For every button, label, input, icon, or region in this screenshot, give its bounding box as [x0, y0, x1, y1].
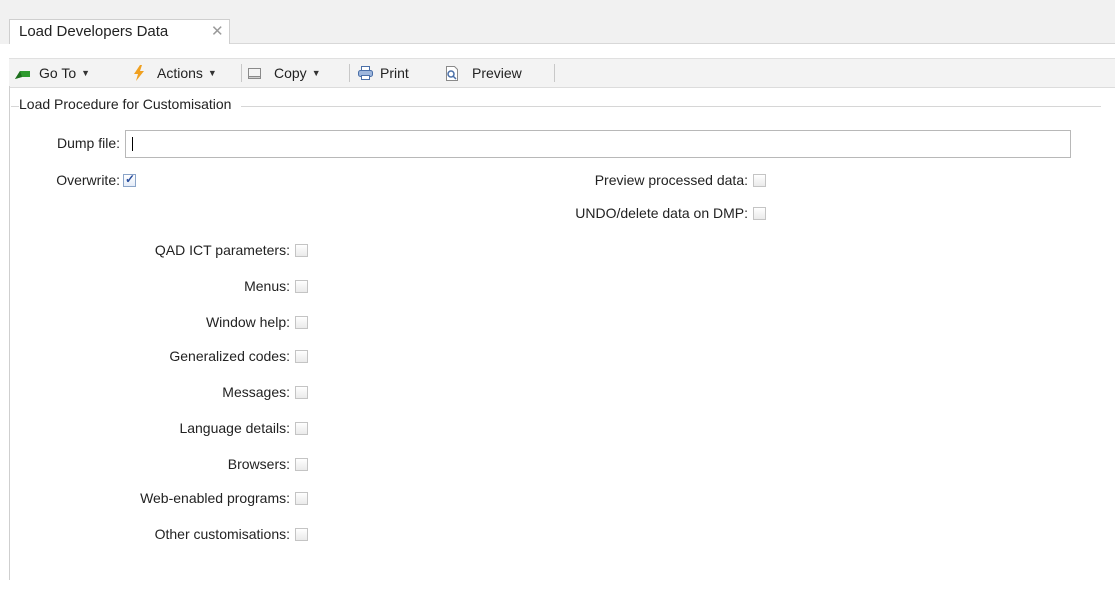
- print-label: Print: [380, 65, 409, 81]
- preview-processed-label: Preview processed data:: [594, 172, 748, 188]
- tab-divider: [230, 43, 1115, 44]
- dump-file-label: Dump file:: [56, 135, 120, 151]
- toolbar-separator: [349, 64, 350, 82]
- preview-button[interactable]: Preview: [444, 59, 522, 87]
- toolbar-separator: [241, 64, 242, 82]
- actions-bolt-icon: [133, 65, 145, 81]
- copy-button[interactable]: Copy ▼: [247, 59, 321, 87]
- checkmark-icon: ✓: [125, 172, 136, 186]
- undo-delete-checkbox[interactable]: [753, 207, 766, 220]
- option-label-menus: Menus:: [244, 278, 290, 294]
- option-label-window-help: Window help:: [205, 314, 290, 330]
- option-checkbox-generalized-codes[interactable]: [295, 350, 308, 363]
- toolbar-separator: [554, 64, 555, 82]
- option-checkbox-web-enabled-programs[interactable]: [295, 492, 308, 505]
- option-label-generalized-codes: Generalized codes:: [169, 348, 290, 364]
- chevron-down-icon: ▼: [311, 68, 321, 78]
- option-checkbox-messages[interactable]: [295, 386, 308, 399]
- undo-delete-label: UNDO/delete data on DMP:: [575, 205, 748, 221]
- goto-arrow-icon: [14, 67, 32, 79]
- copy-label: Copy: [274, 65, 307, 81]
- copy-icon: [247, 65, 263, 81]
- chevron-down-icon: ▼: [207, 68, 217, 78]
- option-label-web-enabled-programs: Web-enabled programs:: [140, 490, 290, 506]
- overwrite-checkbox[interactable]: ✓: [123, 172, 136, 187]
- close-icon[interactable]: ✕: [211, 22, 224, 40]
- option-label-other-customisations: Other customisations:: [154, 526, 290, 542]
- option-checkbox-menus[interactable]: [295, 280, 308, 293]
- print-button[interactable]: Print: [357, 59, 409, 87]
- tab-title: Load Developers Data: [19, 23, 169, 40]
- overwrite-label: Overwrite:: [56, 172, 120, 188]
- option-label-browsers: Browsers:: [227, 456, 290, 472]
- frame-border: [9, 86, 10, 580]
- option-label-qad-ict: QAD ICT parameters:: [154, 242, 290, 258]
- option-checkbox-language-details[interactable]: [295, 422, 308, 435]
- preview-icon: [444, 65, 460, 82]
- text-cursor: [132, 137, 133, 151]
- actions-label: Actions: [157, 65, 203, 81]
- print-icon: [357, 65, 374, 81]
- dump-file-input[interactable]: [125, 130, 1071, 158]
- chevron-down-icon: ▼: [81, 68, 91, 78]
- preview-processed-checkbox[interactable]: [753, 174, 766, 187]
- toolbar: Go To ▼ Actions ▼ Copy ▼ Print Preview: [9, 58, 1115, 88]
- option-label-language-details: Language details:: [179, 420, 290, 436]
- tab-load-developers-data[interactable]: Load Developers Data ✕: [9, 19, 230, 44]
- option-checkbox-window-help[interactable]: [295, 316, 308, 329]
- preview-label: Preview: [472, 65, 522, 81]
- goto-label: Go To: [39, 65, 77, 81]
- option-checkbox-other-customisations[interactable]: [295, 528, 308, 541]
- actions-button[interactable]: Actions ▼: [133, 59, 217, 87]
- group-title: Load Procedure for Customisation: [19, 96, 242, 112]
- option-label-messages: Messages:: [222, 384, 290, 400]
- option-checkbox-browsers[interactable]: [295, 458, 308, 471]
- goto-button[interactable]: Go To ▼: [14, 59, 90, 87]
- option-checkbox-qad-ict[interactable]: [295, 244, 308, 257]
